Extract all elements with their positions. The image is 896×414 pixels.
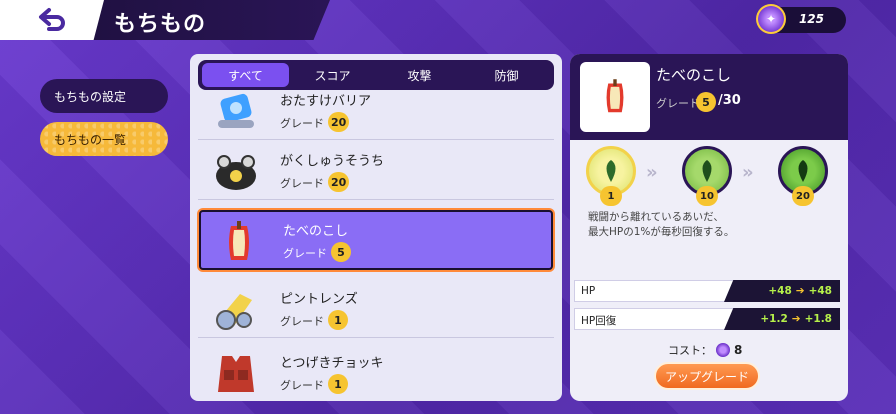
detail-grade-badge: 5: [696, 92, 716, 112]
item-list-panel: すべて スコア 攻撃 防御 おたすけバリア グレード 20 がくしゅうそうち グ…: [190, 54, 562, 401]
description-line: 最大HPの1%が毎秒回復する。: [588, 226, 735, 238]
item-description: 戦闘から離れているあいだ、 最大HPの1%が毎秒回復する。: [588, 210, 838, 240]
stat-to: +1.8: [804, 313, 832, 325]
list-item-selected[interactable]: たべのこし グレード 5: [199, 210, 553, 270]
stat-row-hp: HP +48 ➔ +48: [574, 280, 840, 302]
list-item[interactable]: とつげきチョッキ グレード 1: [198, 344, 554, 401]
list-item[interactable]: おたすけバリア グレード 20: [198, 82, 554, 140]
grade-label: グレード: [280, 379, 324, 392]
leaf-icon: [798, 160, 808, 182]
stat-from: +1.2: [760, 313, 788, 325]
detail-grade-max: /30: [718, 93, 741, 108]
stat-label: HP回復: [574, 308, 734, 330]
arrow-right-icon: ➔: [791, 313, 801, 325]
back-arrow-icon: [39, 8, 65, 31]
stat-row-hp-regen: HP回復 +1.2 ➔ +1.8: [574, 308, 840, 330]
chevron-right-icon: »: [646, 162, 658, 183]
stage-badge: 1: [600, 186, 622, 206]
grade-badge: 20: [328, 172, 350, 192]
assault-vest-icon: [218, 356, 254, 392]
stat-from: +48: [768, 285, 792, 297]
description-line: 戦闘から離れているあいだ、: [588, 211, 724, 223]
page-title: もちもの: [114, 12, 207, 37]
cost-label: コスト：: [668, 344, 712, 357]
sidebar-item-settings[interactable]: もちもの設定: [40, 79, 168, 113]
item-ticket-icon: ✦: [756, 4, 786, 34]
detail-grade-label: グレード: [656, 97, 700, 110]
cost-value: 8: [734, 343, 743, 357]
stage-badge: 10: [696, 186, 718, 206]
leaf-icon: [606, 160, 616, 182]
leaf-icon: [702, 160, 712, 182]
grade-label: グレード: [283, 247, 327, 260]
shield-barrier-icon: [218, 93, 254, 128]
list-item[interactable]: ピントレンズ グレード 1: [198, 280, 554, 338]
grade-badge: 1: [328, 310, 348, 330]
stat-to: +48: [808, 285, 832, 297]
upgrade-cost: コスト： 8: [668, 342, 742, 358]
grade-label: グレード: [280, 117, 324, 130]
item-name: ピントレンズ: [280, 292, 358, 307]
chevron-right-icon: »: [742, 162, 754, 183]
leftovers-icon: [606, 79, 624, 113]
stat-value: +1.2 ➔ +1.8: [724, 308, 840, 330]
stage-badge: 20: [792, 186, 814, 206]
leftovers-icon: [229, 221, 249, 260]
item-name: おたすけバリア: [280, 94, 372, 109]
exp-share-icon: [216, 155, 256, 190]
arrow-right-icon: ➔: [795, 285, 805, 297]
grade-label: グレード: [280, 315, 324, 328]
upgrade-button[interactable]: アップグレード: [654, 362, 760, 390]
grade-badge: 5: [331, 242, 351, 262]
item-enhancer-icon: [716, 343, 730, 357]
grade-label: グレード: [280, 177, 324, 190]
grade-badge: 20: [328, 112, 350, 132]
item-name: たべのこし: [283, 224, 349, 239]
detail-thumbnail: [580, 62, 650, 132]
detail-item-name: たべのこし: [656, 66, 732, 84]
scope-lens-icon: [216, 294, 252, 330]
sidebar-item-list[interactable]: もちもの一覧: [40, 122, 168, 156]
grade-badge: 1: [328, 374, 348, 394]
item-name: がくしゅうそうち: [280, 154, 385, 169]
currency-value: 125: [798, 12, 824, 26]
back-button[interactable]: [0, 0, 104, 40]
item-name: とつげきチョッキ: [280, 356, 384, 371]
header: もちもの ✦ 125: [0, 0, 896, 44]
grade-stages: 1 » 10 » 20: [570, 140, 848, 214]
currency-display: ✦ 125: [756, 4, 846, 34]
stat-value: +48 ➔ +48: [724, 280, 840, 302]
detail-header: たべのこし グレード 5 /30: [570, 54, 848, 140]
list-item[interactable]: がくしゅうそうち グレード 20: [198, 142, 554, 200]
stat-label: HP: [574, 280, 734, 302]
item-detail-panel: たべのこし グレード 5 /30 1 » 10 » 20 戦闘から離れているあい…: [570, 54, 848, 401]
